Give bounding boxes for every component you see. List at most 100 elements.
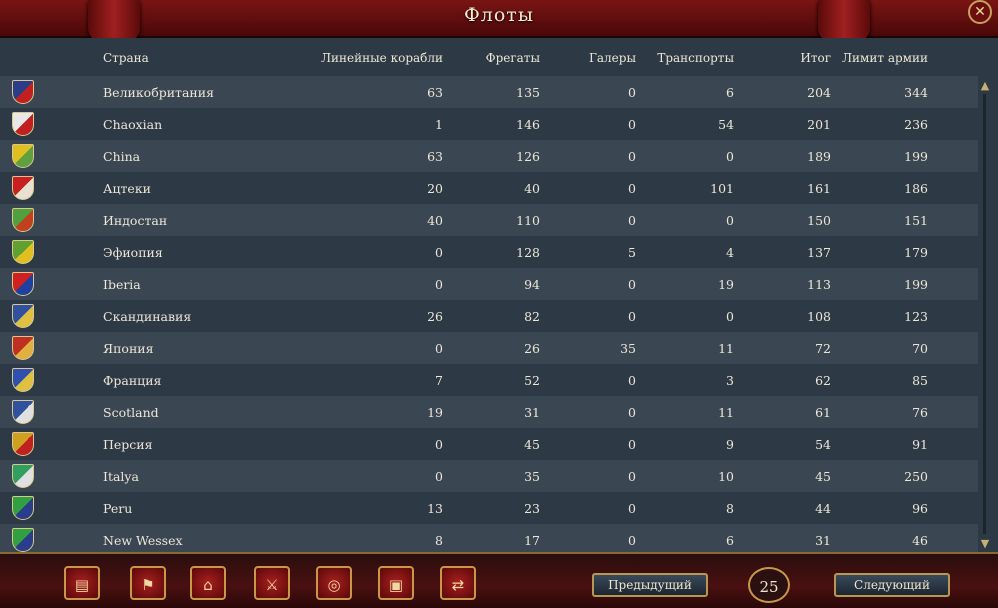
table-row[interactable]: Япония 0 26 35 11 72 70 (0, 332, 978, 364)
country-name: Chaoxian (103, 117, 163, 132)
country-flag-icon (12, 464, 34, 488)
army-limit-cell: 250 (904, 469, 928, 484)
country-flag-icon (12, 336, 34, 360)
country-flag-icon (12, 176, 34, 200)
transports-cell: 6 (726, 533, 734, 548)
frigates-cell: 23 (524, 501, 540, 516)
country-flag-icon (12, 368, 34, 392)
table-header: Страна Линейные корабли Фрегаты Галеры Т… (0, 42, 998, 74)
col-frigates[interactable]: Фрегаты (486, 51, 540, 65)
country-name: Индостан (103, 213, 168, 228)
total-cell: 72 (815, 341, 831, 356)
transports-cell: 54 (718, 117, 734, 132)
next-button[interactable]: Следующий (834, 573, 950, 597)
col-country[interactable]: Страна (103, 51, 149, 65)
total-cell: 61 (815, 405, 831, 420)
army-limit-cell: 70 (912, 341, 928, 356)
army-limit-cell: 186 (904, 181, 928, 196)
ships-of-line-cell: 0 (435, 277, 443, 292)
galleys-cell: 35 (620, 341, 636, 356)
total-cell: 201 (807, 117, 831, 132)
total-cell: 54 (815, 437, 831, 452)
transports-cell: 11 (718, 405, 734, 420)
galleys-cell: 0 (628, 213, 636, 228)
ledger-icon[interactable]: ▤ (64, 566, 100, 600)
table-row[interactable]: Персия 0 45 0 9 54 91 (0, 428, 978, 460)
table-row[interactable]: Iberia 0 94 0 19 113 199 (0, 268, 978, 300)
galleys-cell: 0 (628, 149, 636, 164)
transports-cell: 9 (726, 437, 734, 452)
galleys-cell: 0 (628, 405, 636, 420)
table-row[interactable]: Scotland 19 31 0 11 61 76 (0, 396, 978, 428)
scrollbar[interactable]: ▲ ▼ (978, 80, 992, 550)
table-row[interactable]: Индостан 40 110 0 0 150 151 (0, 204, 978, 236)
col-total[interactable]: Итог (800, 51, 831, 65)
transports-cell: 3 (726, 373, 734, 388)
table-row[interactable]: Peru 13 23 0 8 44 96 (0, 492, 978, 524)
total-cell: 44 (815, 501, 831, 516)
galleys-cell: 0 (628, 309, 636, 324)
close-icon[interactable]: ✕ (968, 0, 992, 24)
galleys-cell: 0 (628, 181, 636, 196)
total-cell: 137 (807, 245, 831, 260)
ships-of-line-cell: 8 (435, 533, 443, 548)
total-cell: 189 (807, 149, 831, 164)
col-galleys[interactable]: Галеры (589, 51, 636, 65)
transports-cell: 11 (718, 341, 734, 356)
col-army-limit[interactable]: Лимит армии (842, 51, 928, 65)
army-limit-cell: 96 (912, 501, 928, 516)
country-flag-icon (12, 528, 34, 552)
army-limit-cell: 179 (904, 245, 928, 260)
transports-cell: 10 (718, 469, 734, 484)
total-cell: 113 (807, 277, 831, 292)
frigates-cell: 128 (516, 245, 540, 260)
table-row[interactable]: China 63 126 0 0 189 199 (0, 140, 978, 172)
frigates-cell: 26 (524, 341, 540, 356)
army-limit-cell: 85 (912, 373, 928, 388)
col-transports[interactable]: Транспорты (657, 51, 734, 65)
scroll-down-icon[interactable]: ▼ (978, 538, 992, 550)
handshake-icon[interactable]: ⇄ (440, 566, 476, 600)
buildings-icon[interactable]: ⌂ (190, 566, 226, 600)
total-cell: 150 (807, 213, 831, 228)
scroll-track[interactable] (983, 94, 986, 534)
ships-of-line-cell: 0 (435, 341, 443, 356)
table-row[interactable]: Франция 7 52 0 3 62 85 (0, 364, 978, 396)
ships-of-line-cell: 19 (427, 405, 443, 420)
table-row[interactable]: Эфиопия 0 128 5 4 137 179 (0, 236, 978, 268)
col-ships-of-line[interactable]: Линейные корабли (321, 51, 443, 65)
country-name: New Wessex (103, 533, 183, 548)
table-row[interactable]: Italya 0 35 0 10 45 250 (0, 460, 978, 492)
previous-button[interactable]: Предыдущий (592, 573, 708, 597)
crossed-swords-icon[interactable]: ⚔ (254, 566, 290, 600)
crate-icon[interactable]: ▣ (378, 566, 414, 600)
table-row[interactable]: Великобритания 63 135 0 6 204 344 (0, 76, 978, 108)
transports-cell: 0 (726, 149, 734, 164)
transports-cell: 8 (726, 501, 734, 516)
army-limit-cell: 91 (912, 437, 928, 452)
army-limit-cell: 199 (904, 149, 928, 164)
country-flag-icon (12, 304, 34, 328)
ships-of-line-cell: 13 (427, 501, 443, 516)
coins-icon[interactable]: ◎ (316, 566, 352, 600)
total-cell: 161 (807, 181, 831, 196)
scroll-up-icon[interactable]: ▲ (978, 80, 992, 92)
transports-cell: 6 (726, 85, 734, 100)
army-limit-cell: 46 (912, 533, 928, 548)
flag-icon[interactable]: ⚑ (130, 566, 166, 600)
right-curtain-ornament (818, 0, 870, 42)
ships-of-line-cell: 63 (427, 149, 443, 164)
army-limit-cell: 76 (912, 405, 928, 420)
ships-of-line-cell: 7 (435, 373, 443, 388)
frigates-cell: 94 (524, 277, 540, 292)
frigates-cell: 52 (524, 373, 540, 388)
country-name: China (103, 149, 141, 164)
galleys-cell: 0 (628, 85, 636, 100)
table-row[interactable]: Скандинавия 26 82 0 0 108 123 (0, 300, 978, 332)
galleys-cell: 0 (628, 469, 636, 484)
frigates-cell: 31 (524, 405, 540, 420)
table-row[interactable]: Ацтеки 20 40 0 101 161 186 (0, 172, 978, 204)
ships-of-line-cell: 20 (427, 181, 443, 196)
table-row[interactable]: Chaoxian 1 146 0 54 201 236 (0, 108, 978, 140)
country-name: Персия (103, 437, 153, 452)
